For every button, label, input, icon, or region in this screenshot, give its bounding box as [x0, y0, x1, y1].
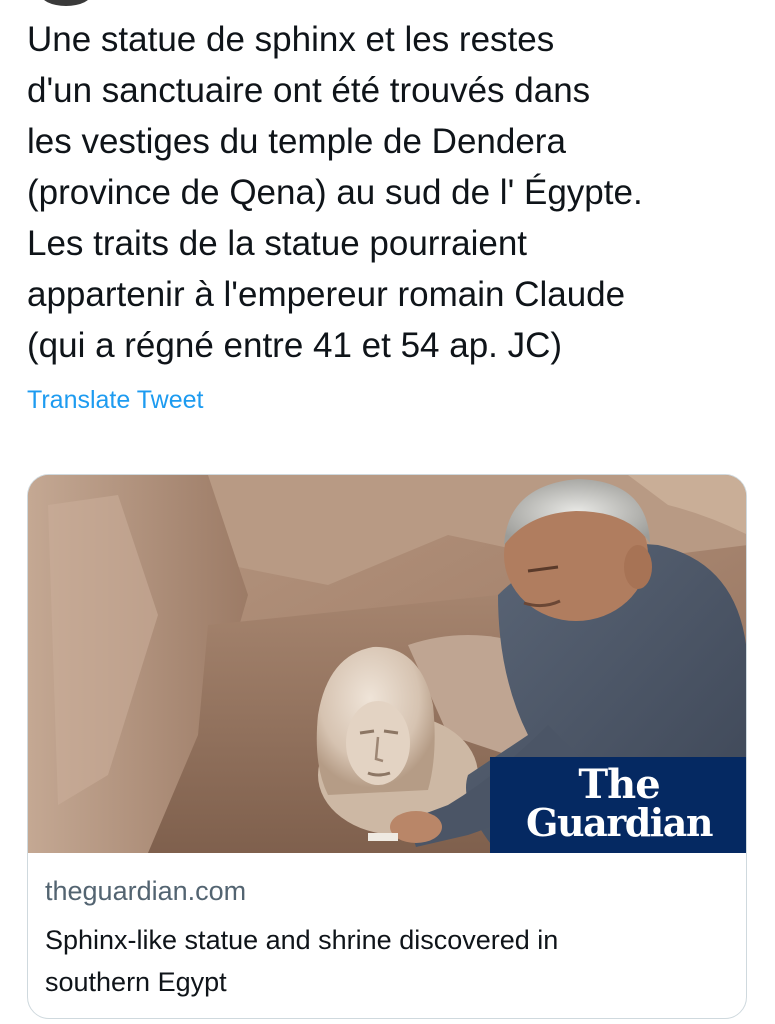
card-title-line: southern Egypt	[45, 967, 227, 997]
tweet-text-line: Les traits de la statue pourraient	[27, 224, 528, 263]
avatar[interactable]	[40, 0, 92, 6]
card-meta: theguardian.com Sphinx-like statue and s…	[45, 873, 735, 1003]
tweet-text-line: d'un sanctuaire ont été trouvés dans	[27, 71, 591, 110]
guardian-logo-line2: Guardian	[526, 800, 713, 845]
translate-tweet-link[interactable]: Translate Tweet	[27, 384, 203, 416]
card-title: Sphinx-like statue and shrine discovered…	[45, 919, 735, 1003]
guardian-logo: The Guardian	[490, 757, 746, 853]
link-preview-card[interactable]: The Guardian theguardian.com Sphinx-like…	[27, 474, 747, 1019]
card-domain: theguardian.com	[45, 876, 247, 906]
tweet-text-line: appartenir à l'empereur romain Claude	[27, 275, 626, 314]
card-image: The Guardian	[28, 475, 746, 853]
card-title-line: Sphinx-like statue and shrine discovered…	[45, 925, 559, 955]
tweet-text-line: (province de Qena) au sud de l' Égypte.	[27, 173, 643, 212]
tweet-text-line: (qui a régné entre 41 et 54 ap. JC)	[27, 326, 563, 365]
tweet-text-line: Une statue de sphinx et les restes	[27, 20, 555, 59]
tweet-text: Une statue de sphinx et les restes d'un …	[27, 14, 757, 371]
tweet-text-line: les vestiges du temple de Dendera	[27, 122, 566, 161]
